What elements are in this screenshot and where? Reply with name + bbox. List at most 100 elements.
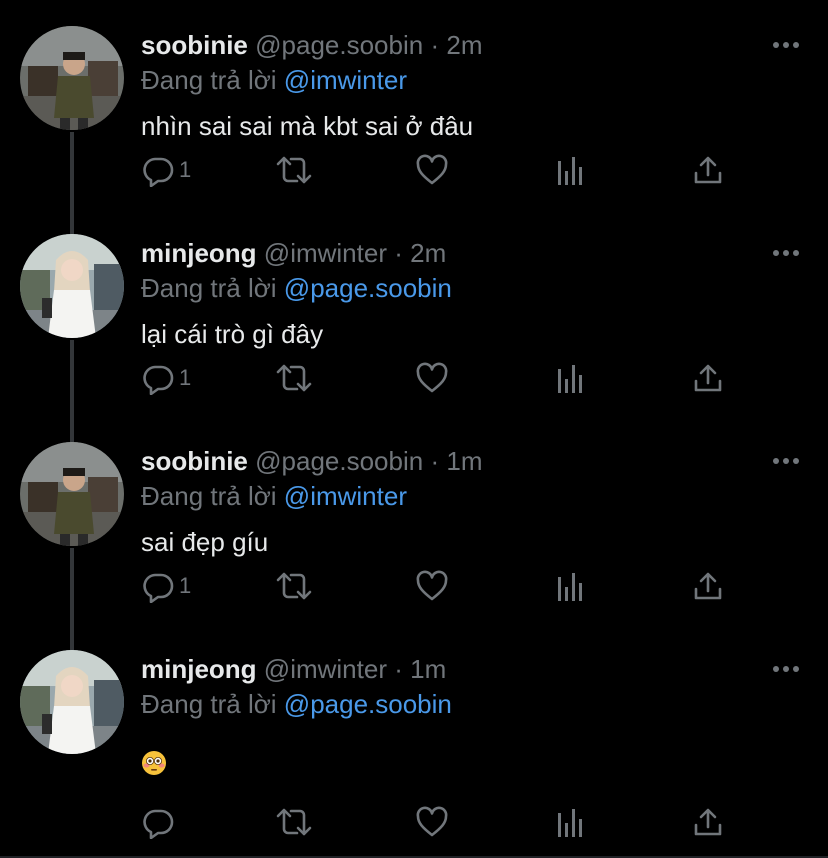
retweet-icon [276,364,312,392]
retweet-icon [276,156,312,184]
analytics-button[interactable] [555,804,585,840]
tweet-header: soobinie @page.soobin · 2m [141,28,482,62]
mention-link[interactable]: @page.soobin [284,689,452,719]
share-upload-icon [694,364,722,392]
replying-to: Đang trả lời @imwinter [141,63,407,97]
separator-dot: · [394,654,403,684]
tweet-header: minjeong @imwinter · 2m [141,236,446,270]
share-upload-icon [694,156,722,184]
user-handle[interactable]: @imwinter [264,238,387,268]
conversation-thread: soobinie @page.soobin · 2m Đang trả lời … [0,0,828,858]
user-handle[interactable]: @page.soobin [255,446,423,476]
analytics-button[interactable] [555,152,585,188]
tweet-actions: 1 [141,360,741,396]
reply-count: 1 [179,573,192,598]
tweet[interactable]: minjeong @imwinter · 1m Đang trả lời @pa… [0,624,828,858]
avatar-soobinie[interactable] [20,26,124,130]
avatar-photo-icon [20,26,124,130]
more-horizontal-icon [773,458,799,464]
mention-link[interactable]: @imwinter [284,65,407,95]
analytics-button[interactable] [555,568,585,604]
analytics-button[interactable] [555,360,585,396]
reply-count: 1 [179,365,192,390]
share-button[interactable] [692,360,724,396]
tweet-header: soobinie @page.soobin · 1m [141,444,482,478]
user-handle[interactable]: @imwinter [264,654,387,684]
tweet-actions: 1 [141,568,741,604]
heart-icon [416,362,448,393]
like-button[interactable] [415,568,449,604]
share-button[interactable] [692,568,724,604]
more-horizontal-icon [773,42,799,48]
more-options-button[interactable] [772,38,800,52]
share-button[interactable] [692,152,724,188]
replying-to-label: Đang trả lời [141,273,277,303]
timestamp[interactable]: 2m [446,30,482,60]
reply-bubble-icon [143,573,174,603]
retweet-button[interactable] [275,804,313,840]
replying-to-label: Đang trả lời [141,481,277,511]
retweet-icon [276,808,312,836]
bar-chart-icon [558,157,582,185]
bar-chart-icon [558,365,582,393]
separator-dot: · [430,446,440,476]
bar-chart-icon [558,809,582,837]
separator-dot: · [430,30,440,60]
tweet-text: sai đẹp gíu [141,527,269,557]
display-name[interactable]: minjeong [141,654,257,684]
tweet-text: nhìn sai sai mà kbt sai ở đâu [141,111,474,141]
tweet-actions: 1 [141,152,741,188]
tweet[interactable]: minjeong @imwinter · 2m Đang trả lời @pa… [0,208,828,416]
share-button[interactable] [692,804,724,840]
tweet[interactable]: soobinie @page.soobin · 2m Đang trả lời … [0,0,828,208]
replying-to-label: Đang trả lời [141,65,277,95]
display-name[interactable]: soobinie [141,446,248,476]
tweet-text [141,744,167,778]
more-horizontal-icon [773,250,799,256]
mention-link[interactable]: @page.soobin [284,273,452,303]
more-horizontal-icon [773,666,799,672]
reply-button[interactable]: 1 [141,360,191,396]
retweet-button[interactable] [275,152,313,188]
retweet-icon [276,572,312,600]
tweet-actions [141,804,741,840]
like-button[interactable] [415,804,449,840]
heart-icon [416,154,448,185]
share-upload-icon [694,572,722,600]
avatar-minjeong[interactable] [20,234,124,338]
like-button[interactable] [415,152,449,188]
separator-dot: · [394,238,403,268]
avatar-photo-icon [20,234,124,338]
more-options-button[interactable] [772,662,800,676]
reply-bubble-icon [143,809,174,839]
avatar-minjeong[interactable] [20,650,124,754]
reply-button[interactable] [141,804,179,840]
tweet-text: lại cái trò gì đây [141,319,324,349]
more-options-button[interactable] [772,454,800,468]
replying-to: Đang trả lời @imwinter [141,479,407,513]
timestamp[interactable]: 1m [446,446,482,476]
share-upload-icon [694,808,722,836]
display-name[interactable]: soobinie [141,30,248,60]
timestamp[interactable]: 1m [410,654,446,684]
user-handle[interactable]: @page.soobin [255,30,423,60]
replying-to: Đang trả lời @page.soobin [141,687,452,721]
like-button[interactable] [415,360,449,396]
tweet-header: minjeong @imwinter · 1m [141,652,446,686]
replying-to-label: Đang trả lời [141,689,277,719]
display-name[interactable]: minjeong [141,238,257,268]
avatar-soobinie[interactable] [20,442,124,546]
reply-bubble-icon [143,157,174,187]
timestamp[interactable]: 2m [410,238,446,268]
tweet[interactable]: soobinie @page.soobin · 1m Đang trả lời … [0,416,828,624]
retweet-button[interactable] [275,568,313,604]
retweet-button[interactable] [275,360,313,396]
reply-button[interactable]: 1 [141,568,191,604]
flushed-face-emoji [142,751,166,776]
more-options-button[interactable] [772,246,800,260]
avatar-photo-icon [20,650,124,754]
reply-button[interactable]: 1 [141,152,191,188]
reply-count: 1 [179,157,192,182]
mention-link[interactable]: @imwinter [284,481,407,511]
bar-chart-icon [558,573,582,601]
